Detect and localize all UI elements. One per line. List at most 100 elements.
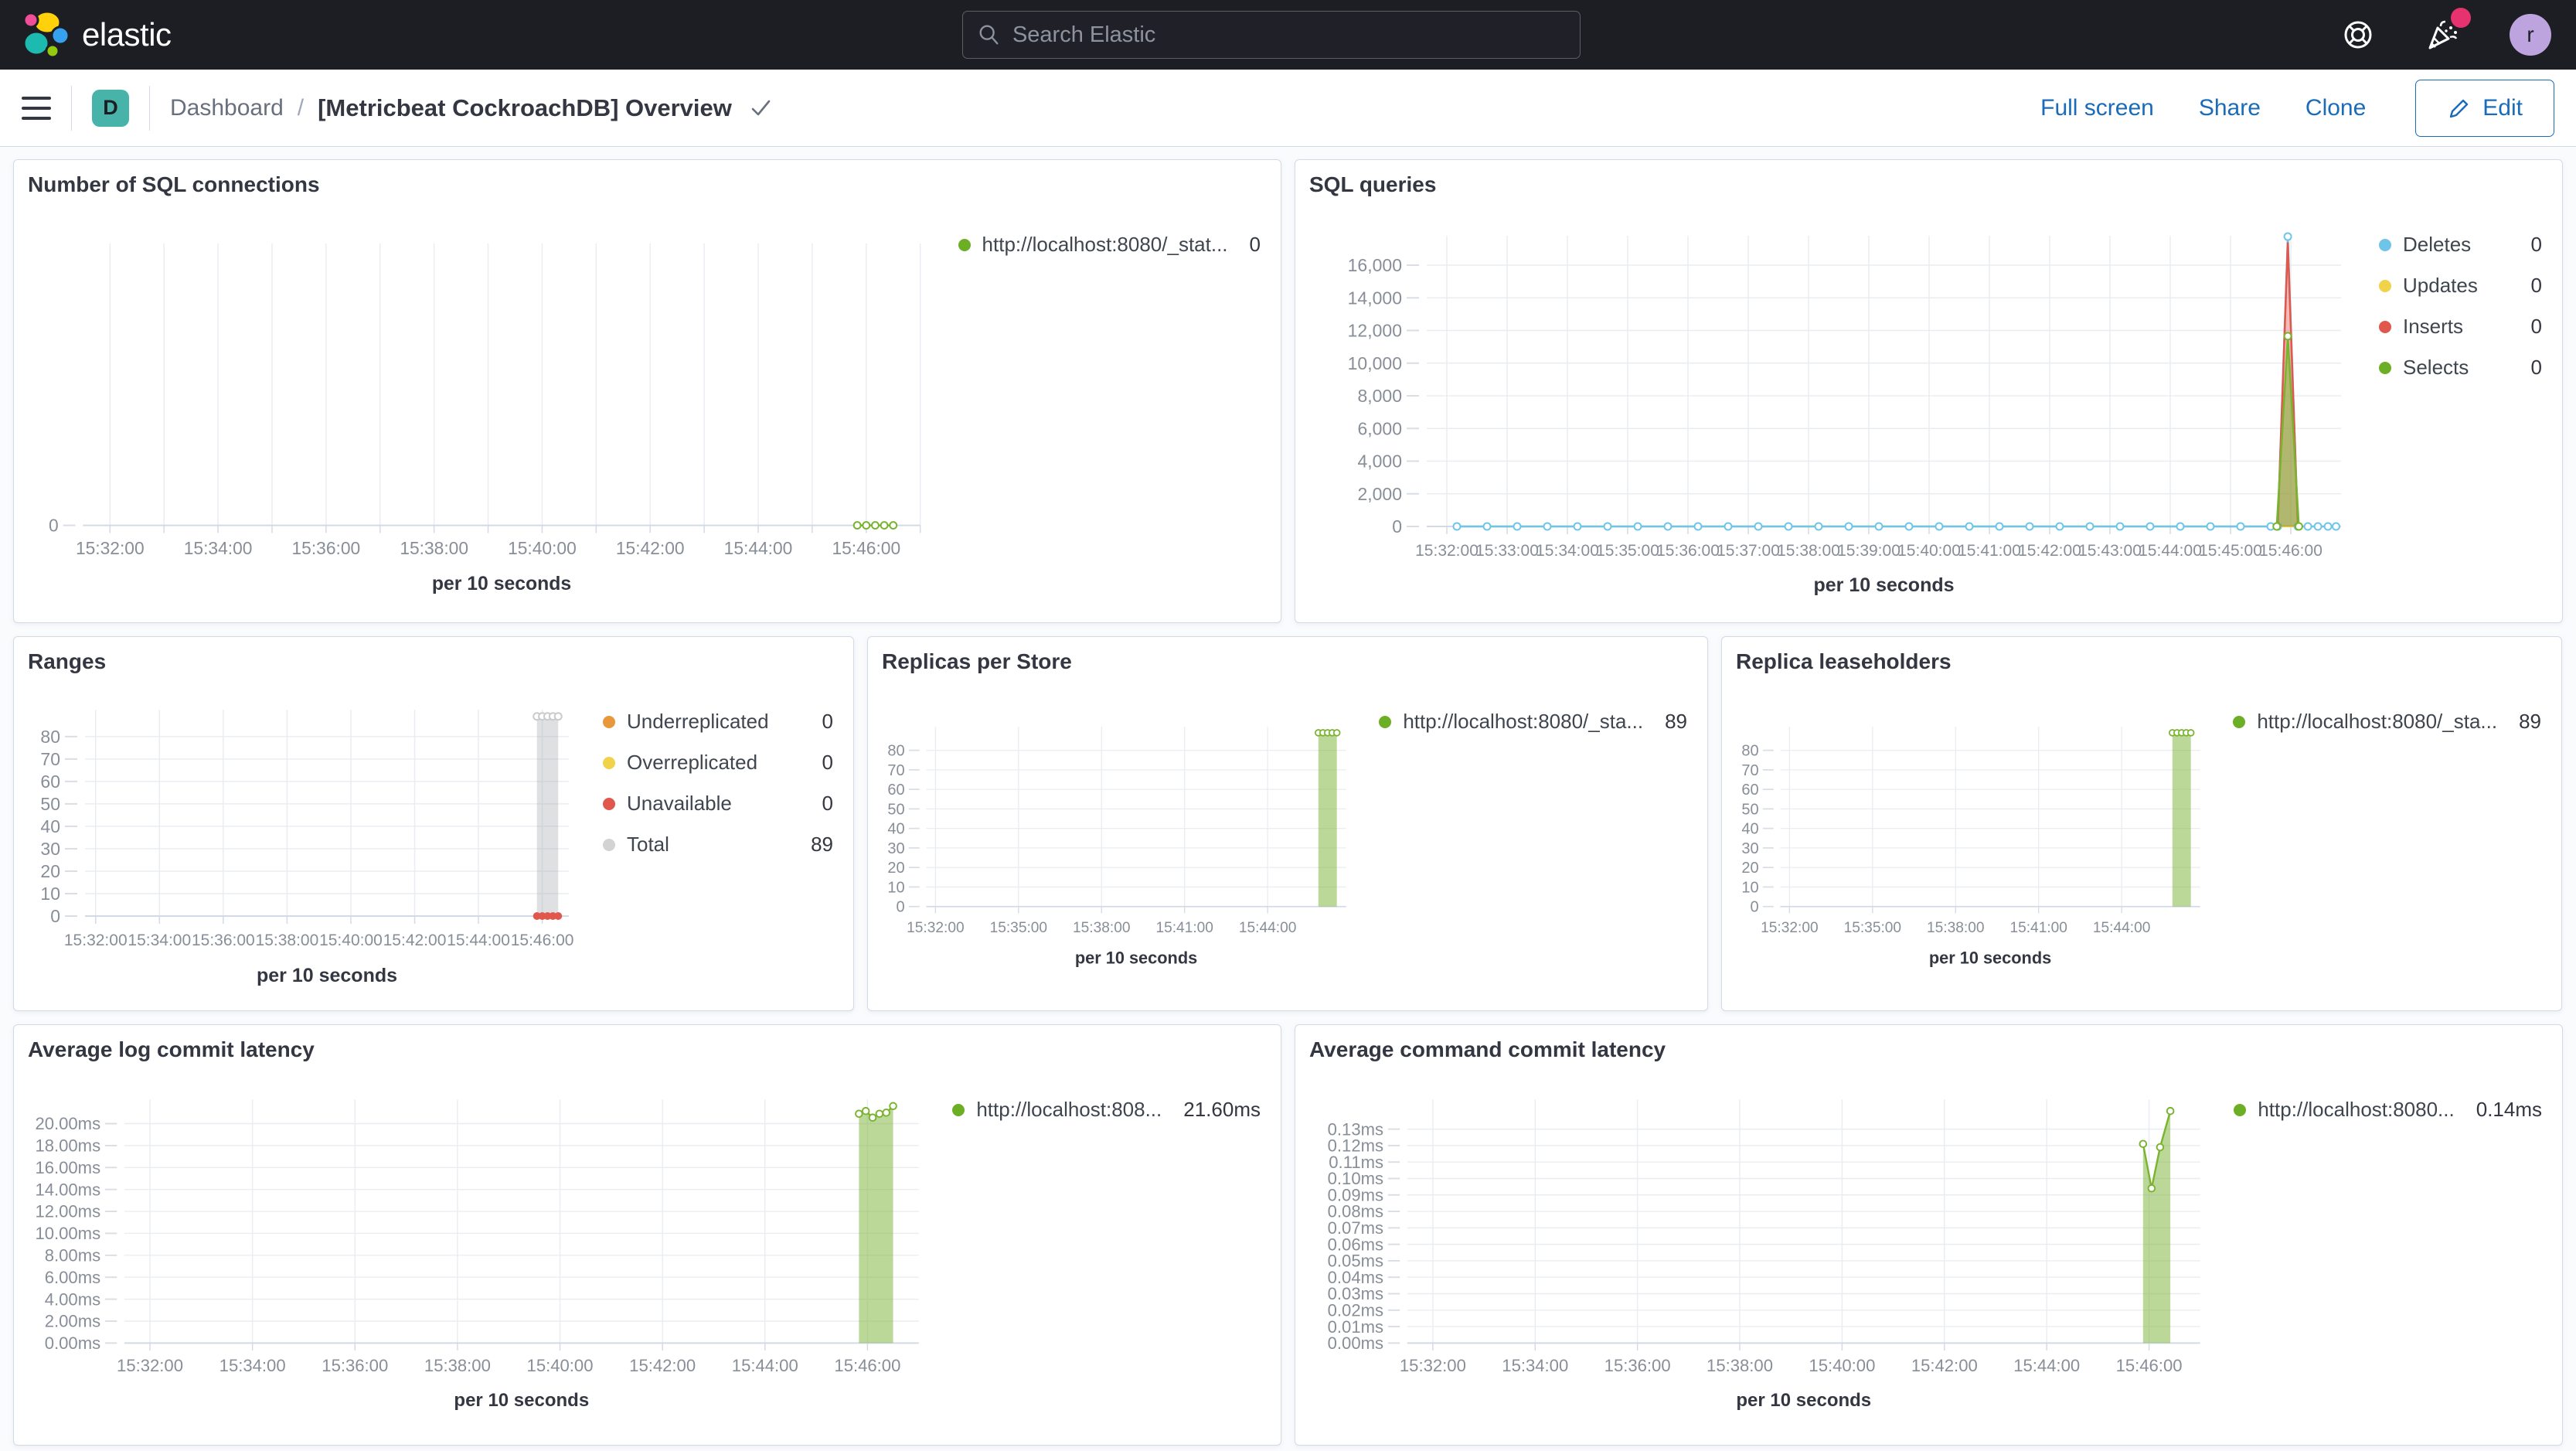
edit-button[interactable]: Edit	[2415, 79, 2554, 137]
svg-text:12.00ms: 12.00ms	[35, 1202, 100, 1221]
svg-text:0.10ms: 0.10ms	[1328, 1169, 1383, 1188]
svg-text:15:38:00: 15:38:00	[424, 1356, 491, 1375]
svg-text:0.09ms: 0.09ms	[1328, 1185, 1383, 1204]
chart-legend: http://localhost:8080... 0.14ms	[2207, 1098, 2548, 1122]
svg-text:15:38:00: 15:38:00	[256, 932, 319, 949]
svg-text:15:32:00: 15:32:00	[907, 920, 964, 936]
svg-text:2,000: 2,000	[1357, 484, 1402, 504]
legend-item[interactable]: http://localhost:808... 21.60ms	[952, 1098, 1261, 1122]
legend-item[interactable]: Total 89	[603, 833, 833, 857]
svg-text:15:45:00: 15:45:00	[2199, 542, 2262, 560]
breadcrumb-dashboard-link[interactable]: Dashboard	[170, 95, 284, 121]
svg-text:15:46:00: 15:46:00	[832, 538, 900, 558]
dashboard-app-badge: D	[92, 89, 129, 127]
legend-dot-icon	[2233, 715, 2246, 728]
share-button[interactable]: Share	[2199, 95, 2261, 121]
legend-label: http://localhost:8080/_sta...	[1403, 710, 1644, 733]
svg-text:8.00ms: 8.00ms	[45, 1246, 100, 1265]
svg-text:20: 20	[40, 861, 60, 881]
svg-text:15:38:00: 15:38:00	[1073, 920, 1130, 936]
svg-text:0.03ms: 0.03ms	[1328, 1284, 1383, 1303]
legend-label: http://localhost:8080/_stat...	[982, 233, 1228, 256]
search-input[interactable]	[1012, 22, 1566, 48]
legend-item[interactable]: Deletes 0	[2379, 233, 2542, 257]
svg-text:2.00ms: 2.00ms	[45, 1312, 100, 1331]
svg-text:0.11ms: 0.11ms	[1329, 1153, 1383, 1172]
global-search[interactable]	[962, 11, 1581, 59]
legend-dot-icon	[1379, 715, 1392, 728]
svg-text:15:46:00: 15:46:00	[2259, 542, 2322, 560]
legend-item[interactable]: Inserts 0	[2379, 315, 2542, 339]
breadcrumb: Dashboard / [Metricbeat CockroachDB] Ove…	[170, 94, 772, 122]
svg-text:0: 0	[49, 516, 59, 536]
legend-value: 0	[822, 710, 833, 733]
legend-label: Overreplicated	[627, 751, 758, 774]
legend-item[interactable]: Selects 0	[2379, 356, 2542, 380]
help-button[interactable]	[2341, 18, 2375, 52]
legend-item[interactable]: Unavailable 0	[603, 792, 833, 816]
chart-replica-leaseholders[interactable]: 0 10 20 30 40 50 60 70 80 15:32:00 15:35:00 15:38:0…	[1736, 680, 2207, 1005]
legend-dot-icon	[603, 797, 615, 810]
svg-text:15:44:00: 15:44:00	[2013, 1356, 2080, 1375]
legend-dot-icon	[603, 756, 615, 769]
full-screen-button[interactable]: Full screen	[2040, 95, 2154, 121]
legend-dot-icon	[2379, 279, 2391, 292]
svg-text:15:42:00: 15:42:00	[383, 932, 447, 949]
svg-text:30: 30	[1741, 840, 1758, 857]
clone-button[interactable]: Clone	[2305, 95, 2366, 121]
legend-value: 0	[2530, 315, 2542, 338]
legend-item[interactable]: http://localhost:8080... 0.14ms	[2234, 1098, 2542, 1122]
chart-log-commit-latency[interactable]: 0.00ms 2.00ms 4.00ms 6.00ms 8.00ms 10.00ms 12.…	[28, 1068, 926, 1443]
legend-label: Unavailable	[627, 792, 732, 815]
svg-text:15:38:00: 15:38:00	[1707, 1356, 1773, 1375]
svg-text:0.08ms: 0.08ms	[1328, 1202, 1383, 1221]
svg-text:15:42:00: 15:42:00	[1911, 1356, 1978, 1375]
panel-title: Average log commit latency	[28, 1037, 315, 1061]
svg-text:15:35:00: 15:35:00	[1596, 542, 1659, 560]
breadcrumb-separator: /	[297, 94, 305, 121]
svg-text:0.07ms: 0.07ms	[1328, 1218, 1383, 1238]
legend-item[interactable]: Updates 0	[2379, 274, 2542, 298]
legend-dot-icon	[2379, 320, 2391, 333]
elastic-logo-icon	[22, 10, 70, 59]
legend-item[interactable]: Overreplicated 0	[603, 751, 833, 775]
svg-text:per 10 seconds: per 10 seconds	[1075, 949, 1197, 968]
legend-dot-icon	[952, 1103, 965, 1116]
elastic-brand[interactable]: elastic	[20, 10, 172, 60]
title-caret-icon[interactable]	[749, 97, 772, 120]
svg-text:15:41:00: 15:41:00	[1155, 920, 1213, 936]
legend-item[interactable]: http://localhost:8080/_stat... 0	[958, 233, 1261, 257]
chart-legend: http://localhost:8080/_sta... 89	[2207, 710, 2547, 734]
svg-text:60: 60	[40, 771, 60, 792]
legend-label: Updates	[2403, 274, 2478, 297]
panel-replicas-per-store: Replicas per Store 0 10 20 30 40 50 60 70 80 15:3…	[867, 636, 1708, 1011]
menu-icon[interactable]	[22, 96, 51, 120]
legend-value: 21.60ms	[1183, 1098, 1261, 1121]
chart-replicas-per-store[interactable]: 0 10 20 30 40 50 60 70 80 15:32:00 15:35:00 15:38:0…	[882, 680, 1353, 1005]
svg-text:15:38:00: 15:38:00	[400, 538, 468, 558]
chart-sql-connections[interactable]: 0 15:32:00 15:34:00 15:36:00 15:38:00 15:40:0…	[28, 203, 932, 601]
svg-text:80: 80	[887, 743, 904, 760]
svg-text:15:43:00: 15:43:00	[2078, 542, 2142, 560]
legend-item[interactable]: http://localhost:8080/_sta... 89	[1379, 710, 1687, 734]
svg-text:4,000: 4,000	[1357, 451, 1402, 472]
svg-text:50: 50	[1741, 801, 1758, 818]
legend-value: 0.14ms	[2476, 1098, 2542, 1121]
legend-label: http://localhost:808...	[976, 1098, 1162, 1121]
news-button[interactable]	[2425, 8, 2471, 53]
legend-label: Selects	[2403, 356, 2469, 379]
legend-dot-icon	[603, 715, 615, 728]
chart-command-commit-latency[interactable]: 0.00ms0.01ms0.02ms0.03ms0.04ms0.05ms0.06…	[1309, 1068, 2207, 1443]
svg-text:15:36:00: 15:36:00	[1604, 1356, 1671, 1375]
chart-sql-queries[interactable]: 0 2,000 4,000 6,000 8,000 10,000 12,000 14,000 1…	[1309, 203, 2353, 601]
legend-item[interactable]: Underreplicated 0	[603, 710, 833, 734]
svg-text:per 10 seconds: per 10 seconds	[454, 1390, 589, 1411]
legend-item[interactable]: http://localhost:8080/_sta... 89	[2233, 710, 2541, 734]
user-avatar[interactable]: r	[2510, 14, 2551, 56]
svg-text:10: 10	[1741, 879, 1758, 896]
panel-title: Average command commit latency	[1309, 1037, 1666, 1061]
pencil-icon	[2450, 99, 2469, 118]
chart-ranges[interactable]: 010 2030 4050607080 15:32:00 15:34:00 15:36:0…	[28, 680, 577, 1005]
search-icon	[979, 25, 999, 45]
svg-text:per 10 seconds: per 10 seconds	[1813, 574, 1954, 596]
